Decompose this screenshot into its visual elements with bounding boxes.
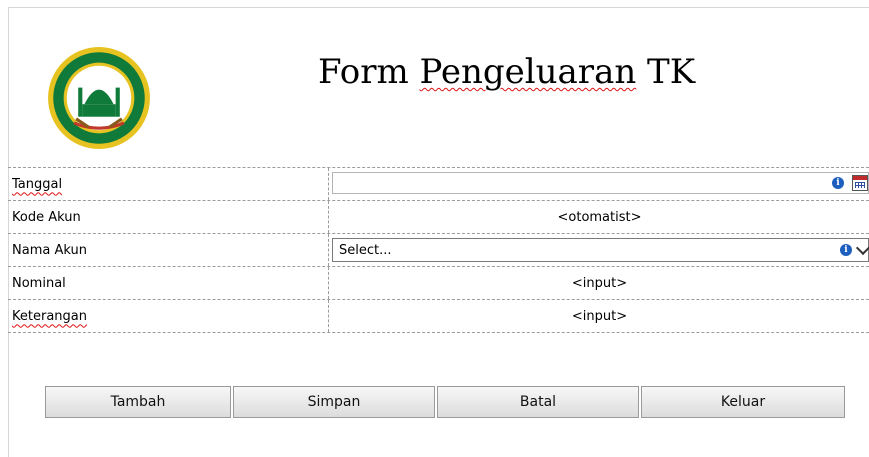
- button-bar: Tambah Simpan Batal Keluar: [45, 386, 845, 418]
- row-nama-akun: Nama Akun Select... i: [8, 234, 869, 267]
- tambah-button[interactable]: Tambah: [45, 386, 231, 418]
- row-kode-akun: Kode Akun <otomatist>: [8, 201, 869, 234]
- batal-button[interactable]: Batal: [437, 386, 639, 418]
- label-keterangan: Keterangan: [12, 308, 87, 324]
- tanggal-date-input[interactable]: i: [332, 172, 869, 194]
- column-divider: [328, 234, 329, 266]
- calendar-icon[interactable]: [852, 175, 868, 191]
- label-nama-akun: Nama Akun: [12, 242, 87, 258]
- row-keterangan: Keterangan <input>: [8, 300, 869, 333]
- label-nominal: Nominal: [12, 275, 66, 291]
- column-divider: [328, 267, 329, 299]
- info-icon[interactable]: i: [832, 177, 844, 189]
- info-icon[interactable]: i: [840, 244, 852, 256]
- chevron-down-icon[interactable]: [855, 240, 869, 256]
- mosque-emblem-icon: [48, 47, 150, 149]
- row-tanggal: Tanggal i: [8, 167, 869, 201]
- form-table: Tanggal i Kode Akun <otomatist> Nama Aku…: [8, 167, 869, 333]
- row-nominal: Nominal <input>: [8, 267, 869, 300]
- column-divider: [328, 168, 329, 200]
- nama-akun-select[interactable]: Select... i: [332, 238, 869, 262]
- keluar-button[interactable]: Keluar: [641, 386, 845, 418]
- nama-akun-selected-value: Select...: [339, 242, 392, 258]
- column-divider: [328, 300, 329, 332]
- label-kode-akun: Kode Akun: [12, 209, 81, 225]
- frame-top-border: [8, 7, 869, 8]
- page-title: Form Pengeluaran TK: [318, 52, 696, 92]
- kode-akun-value: <otomatist>: [557, 209, 642, 225]
- column-divider: [328, 201, 329, 233]
- nominal-input[interactable]: <input>: [330, 267, 869, 299]
- label-tanggal: Tanggal: [12, 176, 63, 192]
- keterangan-input[interactable]: <input>: [330, 300, 869, 332]
- simpan-button[interactable]: Simpan: [233, 386, 435, 418]
